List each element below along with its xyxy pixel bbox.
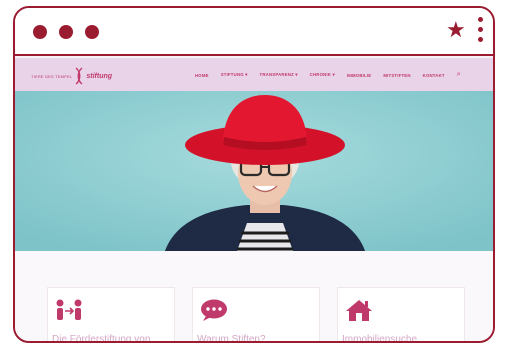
card-immobiliensuche[interactable]: Immobiliensuche — [337, 287, 465, 343]
card-title: Die Förderstiftung von — [52, 334, 151, 343]
site-header: TIERE DES TEMPEL stiftung HOME STIFTUNG … — [15, 58, 493, 91]
card-title: Warum Stiften? — [197, 334, 266, 343]
logo-small-text: TIERE DES TEMPEL — [31, 73, 73, 79]
card-foerderstiftung[interactable]: Die Förderstiftung von — [47, 287, 175, 343]
content-section: Die Förderstiftung von Warum Stiften? Im… — [15, 251, 493, 343]
search-icon[interactable]: ⌕ — [457, 71, 461, 79]
logo-brand: stiftung — [86, 72, 113, 80]
main-navigation: HOME STIFTUNG ▾ TRANSPARENZ ▾ CHRONIK ▾ … — [195, 71, 461, 79]
nav-kontakt[interactable]: KONTAKT — [423, 73, 445, 78]
window-dot[interactable] — [85, 25, 99, 39]
nav-transparenz[interactable]: TRANSPARENZ ▾ — [260, 72, 298, 78]
speech-bubble-icon — [201, 299, 227, 321]
browser-titlebar: ★ — [15, 8, 493, 56]
card-title: Immobiliensuche — [342, 334, 418, 343]
house-icon — [346, 300, 372, 321]
nav-stiftung[interactable]: STIFTUNG ▾ — [221, 72, 248, 78]
kebab-menu-icon[interactable] — [478, 17, 484, 45]
window-dot[interactable] — [59, 25, 73, 39]
browser-window: ★ TIERE DES TEMPEL stiftung HOME STIFTUN… — [13, 6, 495, 343]
people-exchange-icon — [56, 299, 82, 320]
nav-immobilie[interactable]: IMMOBILIE — [347, 73, 371, 78]
hero-illustration — [15, 91, 493, 251]
hero-image — [15, 91, 493, 251]
logo-mark-icon — [75, 67, 83, 85]
window-dot[interactable] — [33, 25, 47, 39]
nav-mitstiften[interactable]: MITSTIFTEN — [383, 73, 410, 78]
star-icon[interactable]: ★ — [446, 19, 466, 41]
nav-home[interactable]: HOME — [195, 73, 209, 78]
nav-chronik[interactable]: CHRONIK ▾ — [310, 72, 335, 78]
site-logo[interactable]: TIERE DES TEMPEL stiftung — [31, 67, 113, 85]
card-warum-stiften[interactable]: Warum Stiften? — [192, 287, 320, 343]
